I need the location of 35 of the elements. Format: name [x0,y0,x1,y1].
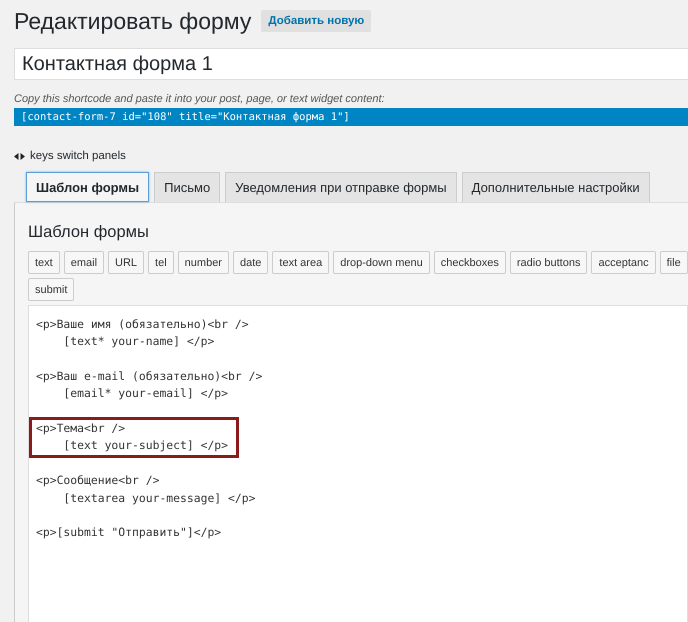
tag-button[interactable]: number [178,251,229,274]
tab[interactable]: Уведомления при отправке формы [225,172,457,202]
tab[interactable]: Дополнительные настройки [462,172,650,202]
tag-button[interactable]: text area [272,251,330,274]
add-new-button[interactable]: Добавить новую [261,10,372,32]
form-title-field[interactable]: Контактная форма 1 [14,48,688,80]
tag-button[interactable]: date [232,251,268,274]
tag-button[interactable]: tel [148,251,174,274]
tag-button[interactable]: URL [108,251,144,274]
tag-button[interactable]: email [64,251,104,274]
code-line: [text* your-name] </p> [62,333,216,350]
shortcode-hint: Copy this shortcode and paste it into your post, page, or text widget content: [14,93,386,105]
code-line: <p>Сообщение<br /> [36,472,160,490]
tag-button[interactable]: acceptanc [591,251,656,274]
code-line: [email* your-email] </p> [62,385,230,402]
shortcode-field[interactable]: [contact-form-7 id="108" title="Контактная форма 1"] [14,108,688,126]
panel-heading: Шаблон формы [28,223,150,242]
code-line: [text your-subject] </p> [62,437,228,454]
code-line: [textarea your-message] </p> [62,490,256,507]
code-line: <p>Ваш e-mail (обязательно)<br /> [36,368,262,386]
keys-hint: keys switch panels [30,150,126,162]
code-line: <p>Тема<br /> [36,420,126,438]
page-title: Редактировать форму [14,8,252,34]
tag-button[interactable]: radio buttons [510,251,588,274]
code-line: <p>[submit "Отправить"]</p> [36,524,222,542]
tag-button[interactable]: file [660,251,688,274]
template-editor[interactable] [28,305,688,622]
tag-button[interactable]: text [28,251,60,274]
code-line: <p>Ваше имя (обязательно)<br /> [36,316,249,333]
tag-button[interactable]: drop-down menu [333,251,430,274]
left-right-arrows-icon [14,152,25,160]
tab[interactable]: Письмо [154,172,220,202]
tag-button[interactable]: checkboxes [434,251,506,274]
tab[interactable]: Шаблон формы [26,172,150,202]
tag-button[interactable]: submit [28,278,74,301]
